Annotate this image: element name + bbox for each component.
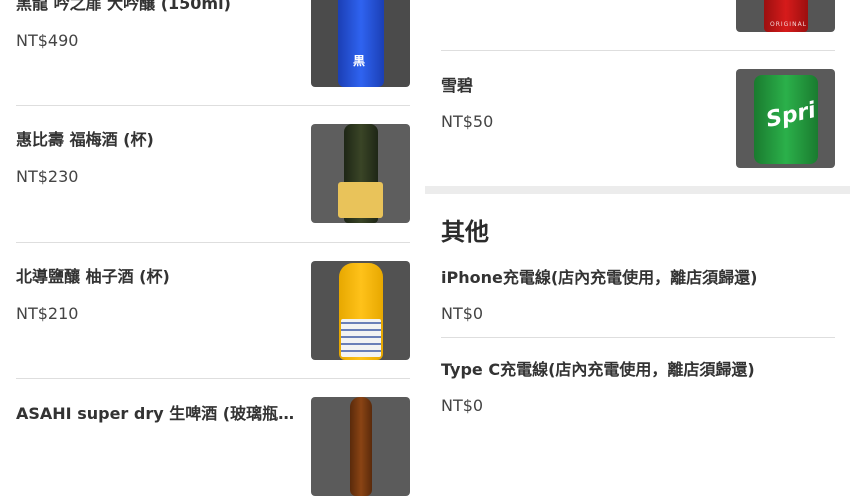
menu-item[interactable]: ORIGINAL xyxy=(441,0,835,51)
item-price: NT$0 xyxy=(441,396,484,415)
item-name: Type C充電線(店內充電使用，離店須歸還) xyxy=(441,360,755,379)
item-divider xyxy=(441,337,835,338)
can-text: ORIGINAL xyxy=(770,21,808,28)
menu-item[interactable]: 北導鹽釀 柚子酒 (杯) NT$210 xyxy=(16,242,410,379)
item-name: ASAHI super dry 生啤酒 (玻璃瓶… xyxy=(16,404,295,423)
item-name: 黑龍 吟之扉 大吟釀 (150ml) xyxy=(16,0,231,13)
item-name: 雪碧 xyxy=(441,76,474,95)
sprite-can-image: Spri xyxy=(736,69,835,168)
menu-column-left: 黑龍 吟之扉 大吟釀 (150ml) NT$490 黒 惠比壽 福梅酒 (杯) … xyxy=(0,0,425,496)
menu-item[interactable]: 惠比壽 福梅酒 (杯) NT$230 xyxy=(16,106,410,243)
item-price: NT$230 xyxy=(16,167,79,186)
ume-wine-bottle-image xyxy=(311,124,410,223)
menu-item[interactable]: 雪碧 NT$50 Spri xyxy=(441,50,835,186)
item-price: NT$490 xyxy=(16,31,79,50)
coke-can-image: ORIGINAL xyxy=(736,0,835,32)
blue-sake-bottle-image: 黒 xyxy=(311,0,410,87)
item-name: 北導鹽釀 柚子酒 (杯) xyxy=(16,267,170,286)
section-gap xyxy=(425,186,850,194)
item-name: iPhone充電線(店內充電使用，離店須歸還) xyxy=(441,268,758,287)
beer-bottle-image xyxy=(311,397,410,496)
menu-item[interactable]: Type C充電線(店內充電使用，離店須歸還) NT$0 xyxy=(441,339,835,425)
menu-item[interactable]: iPhone充電線(店內充電使用，離店須歸還) NT$0 xyxy=(441,246,835,338)
menu-item[interactable]: 黑龍 吟之扉 大吟釀 (150ml) NT$490 黒 xyxy=(16,0,410,106)
section-title: 其他 xyxy=(441,218,489,246)
yuzu-liquor-bottle-image xyxy=(311,261,410,360)
menu-item[interactable]: ASAHI super dry 生啤酒 (玻璃瓶… xyxy=(16,378,410,496)
item-name: 惠比壽 福梅酒 (杯) xyxy=(16,130,154,149)
item-price: NT$0 xyxy=(441,304,484,323)
section-other: 其他 iPhone充電線(店內充電使用，離店須歸還) NT$0 Type C充電… xyxy=(425,194,850,425)
item-price: NT$50 xyxy=(441,112,494,131)
item-price: NT$210 xyxy=(16,304,79,323)
